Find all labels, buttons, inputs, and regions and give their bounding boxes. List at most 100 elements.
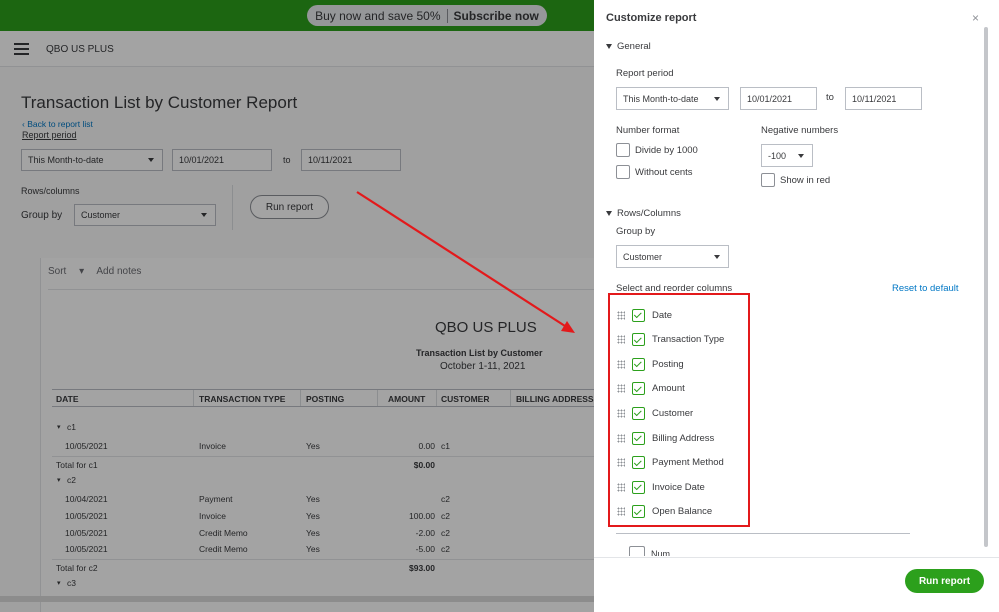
report-period-select[interactable]: This Month-to-date: [21, 149, 163, 171]
run-report-button[interactable]: Run report: [250, 195, 329, 219]
group-label: c1: [67, 422, 76, 432]
general-section-toggle[interactable]: General: [606, 41, 651, 52]
hamburger-menu-icon[interactable]: [14, 43, 29, 55]
checkbox-checked-icon[interactable]: [632, 431, 645, 445]
panel-title: Customize report: [606, 12, 697, 24]
column-item[interactable]: Invoice Date: [610, 478, 705, 496]
checkbox[interactable]: [629, 546, 645, 556]
cell-amount: 100.00: [409, 511, 435, 521]
drag-handle-icon[interactable]: [617, 482, 625, 492]
drag-handle-icon[interactable]: [617, 359, 625, 369]
column-item-label: Date: [652, 309, 673, 321]
cell-type: Invoice: [199, 511, 226, 521]
cell-customer: c2: [441, 511, 450, 521]
drag-handle-icon[interactable]: [617, 384, 625, 394]
drag-handle-icon[interactable]: [617, 335, 625, 345]
column-list: Date Transaction Type Posting Amount Custome…: [608, 293, 750, 527]
chevron-down-icon[interactable]: ▾: [57, 423, 61, 431]
divide-by-1000-checkbox[interactable]: Divide by 1000: [616, 143, 698, 157]
column-item-label: Billing Address: [652, 432, 715, 444]
drag-handle-icon[interactable]: [617, 433, 625, 443]
drag-handle-icon[interactable]: [617, 310, 625, 320]
horizontal-scrollbar[interactable]: [0, 596, 594, 602]
reset-to-default-link[interactable]: Reset to default: [892, 283, 959, 294]
checkbox-checked-icon[interactable]: [632, 308, 645, 322]
col-billing-address[interactable]: BILLING ADDRESS: [516, 394, 594, 404]
group-by-select[interactable]: Customer: [74, 204, 216, 226]
col-date[interactable]: DATE: [56, 394, 79, 404]
column-item[interactable]: Billing Address: [610, 429, 714, 447]
checkbox-checked-icon[interactable]: [632, 505, 645, 519]
report-page: Buy now and save 50% Subscribe now QBO U…: [0, 0, 594, 612]
company-name: QBO US PLUS: [46, 44, 114, 55]
report-period-select[interactable]: This Month-to-date: [616, 87, 729, 110]
column-item[interactable]: Date: [610, 306, 672, 324]
without-cents-checkbox[interactable]: Without cents: [616, 165, 693, 179]
group-label: c2: [67, 475, 76, 485]
col-transaction-type[interactable]: TRANSACTION TYPE: [199, 394, 285, 404]
chevron-down-icon[interactable]: ▾: [57, 579, 61, 587]
negative-numbers-label: Negative numbers: [761, 125, 839, 136]
vertical-scrollbar[interactable]: [984, 27, 988, 547]
table-row: 10/05/2021 Invoice Yes 0.00 c1: [52, 438, 594, 454]
cell-date: 10/05/2021: [65, 441, 108, 451]
number-format-label: Number format: [616, 125, 680, 136]
column-item-label: Open Balance: [652, 506, 713, 518]
back-to-report-list-link[interactable]: ‹ Back to report list: [22, 119, 93, 129]
to-label: to: [826, 92, 834, 103]
checkbox-checked-icon[interactable]: [632, 480, 645, 494]
chevron-down-icon: [148, 158, 154, 162]
cell-date: 10/05/2021: [65, 544, 108, 554]
negative-numbers-select[interactable]: -100: [761, 144, 813, 167]
total-label: Total for c2: [56, 563, 98, 573]
chevron-down-icon: [714, 97, 720, 101]
column-item[interactable]: Customer: [610, 404, 693, 422]
to-date-input[interactable]: 10/11/2021: [845, 87, 922, 110]
cell-date: 10/04/2021: [65, 494, 108, 504]
drag-handle-icon[interactable]: [617, 507, 625, 517]
cell-type: Payment: [199, 494, 233, 504]
column-item-label: Amount: [652, 383, 685, 395]
column-item-label: Invoice Date: [652, 481, 705, 493]
column-item[interactable]: Payment Method: [610, 454, 724, 472]
chevron-down-icon[interactable]: ▾: [57, 476, 61, 484]
col-posting[interactable]: POSTING: [306, 394, 344, 404]
drag-handle-icon[interactable]: [617, 408, 625, 418]
total-amount: $0.00: [413, 460, 435, 470]
show-in-red-checkbox[interactable]: Show in red: [761, 173, 830, 187]
group-by-select[interactable]: Customer: [616, 245, 729, 268]
total-amount: $93.00: [409, 563, 435, 573]
col-customer[interactable]: CUSTOMER: [441, 394, 490, 404]
report-date-range: October 1-11, 2021: [440, 361, 526, 372]
rows-columns-section-toggle[interactable]: Rows/Columns: [606, 208, 681, 219]
checkbox-checked-icon[interactable]: [632, 382, 645, 396]
sort-dropdown[interactable]: Sort ▾: [48, 266, 84, 277]
checkbox-checked-icon[interactable]: [632, 333, 645, 347]
from-date-input[interactable]: 10/01/2021: [740, 87, 817, 110]
promo-text: Buy now and save 50%: [315, 8, 441, 23]
add-notes-link[interactable]: Add notes: [96, 266, 141, 277]
table-row: 10/05/2021 Credit Memo Yes -2.00 c2: [52, 525, 594, 541]
to-date-input[interactable]: 10/11/2021: [301, 149, 401, 171]
close-icon[interactable]: ×: [972, 11, 979, 25]
promo-pill[interactable]: Buy now and save 50% Subscribe now: [307, 5, 547, 26]
from-date-input[interactable]: 10/01/2021: [172, 149, 272, 171]
drag-handle-icon[interactable]: [617, 458, 625, 468]
column-item[interactable]: Transaction Type: [610, 331, 724, 349]
checkbox-checked-icon[interactable]: [632, 357, 645, 371]
table-row: 10/05/2021 Credit Memo Yes -5.00 c2: [52, 541, 594, 557]
report-period-label: Report period: [22, 130, 77, 140]
promo-divider: [446, 8, 448, 23]
group-row: ▾ c3: [52, 575, 594, 591]
cell-date: 10/05/2021: [65, 511, 108, 521]
report-period-label: Report period: [616, 68, 674, 79]
subscribe-now-link[interactable]: Subscribe now: [454, 9, 539, 23]
column-item[interactable]: Posting: [610, 355, 684, 373]
cell-date: 10/05/2021: [65, 528, 108, 538]
checkbox-checked-icon[interactable]: [632, 456, 645, 470]
column-item[interactable]: Open Balance: [610, 503, 712, 521]
col-amount[interactable]: AMOUNT: [388, 394, 425, 404]
column-item[interactable]: Amount: [610, 380, 685, 398]
run-report-button[interactable]: Run report: [905, 569, 984, 593]
checkbox-checked-icon[interactable]: [632, 406, 645, 420]
